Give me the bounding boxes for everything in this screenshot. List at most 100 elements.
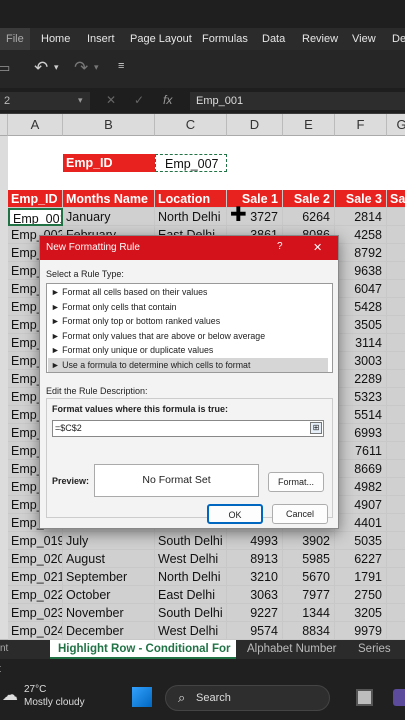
column-header-g[interactable]: G xyxy=(387,114,405,136)
name-box[interactable]: 2 xyxy=(0,92,90,110)
column-header-b[interactable]: B xyxy=(63,114,155,136)
sheet-tab[interactable]: Alphabet Number xyxy=(247,641,337,658)
rule-type-item[interactable]: ► Format only cells that contain xyxy=(48,300,328,315)
table-cell[interactable]: 5985 xyxy=(283,550,335,568)
rule-type-item[interactable]: ► Format only unique or duplicate values xyxy=(48,343,328,358)
table-cell[interactable]: West Delhi xyxy=(155,622,227,640)
table-cell[interactable]: South Delhi xyxy=(155,604,227,622)
rule-type-list[interactable]: ► Format all cells based on their values… xyxy=(46,283,333,373)
table-cell[interactable]: 4401 xyxy=(335,514,387,532)
table-cell[interactable]: August xyxy=(63,550,155,568)
header-cell[interactable]: Emp_ID xyxy=(8,190,63,208)
table-cell[interactable]: December xyxy=(63,622,155,640)
table-cell[interactable]: 6264 xyxy=(283,208,335,226)
table-cell[interactable]: 8792 xyxy=(335,244,387,262)
tab-file[interactable]: File xyxy=(0,28,30,50)
column-header-c[interactable]: C xyxy=(155,114,227,136)
criteria-label[interactable]: Emp_ID xyxy=(63,154,155,172)
row-headers[interactable] xyxy=(0,136,8,640)
table-cell[interactable]: 9574 xyxy=(227,622,283,640)
task-view-icon[interactable] xyxy=(356,689,373,706)
table-cell[interactable]: 4993 xyxy=(227,532,283,550)
rule-type-item[interactable]: ► Format only values that are above or b… xyxy=(48,329,328,344)
chevron-down-icon[interactable]: ▾ xyxy=(94,62,99,73)
tab-home[interactable]: Home xyxy=(41,28,70,50)
windows-start-icon[interactable] xyxy=(132,687,152,707)
table-cell[interactable]: Emp_020 xyxy=(8,550,63,568)
table-cell[interactable]: 9979 xyxy=(335,622,387,640)
redo-icon[interactable]: ↷ xyxy=(74,58,88,78)
table-cell[interactable]: 3003 xyxy=(335,352,387,370)
table-cell[interactable] xyxy=(387,460,405,478)
rule-type-item[interactable]: ► Format only top or bottom ranked value… xyxy=(48,314,328,329)
table-cell[interactable] xyxy=(387,514,405,532)
header-cell[interactable]: Sa xyxy=(387,190,405,208)
table-cell[interactable] xyxy=(387,208,405,226)
table-cell[interactable] xyxy=(387,604,405,622)
table-cell[interactable]: 7611 xyxy=(335,442,387,460)
table-cell[interactable]: 8913 xyxy=(227,550,283,568)
table-cell[interactable]: 5670 xyxy=(283,568,335,586)
table-cell[interactable]: Emp_024 xyxy=(8,622,63,640)
table-cell[interactable]: 3902 xyxy=(283,532,335,550)
sheet-tab-active[interactable]: Highlight Row - Conditional For xyxy=(50,640,236,659)
table-cell[interactable]: 8669 xyxy=(335,460,387,478)
cancel-icon[interactable]: ✕ xyxy=(106,93,116,107)
table-cell[interactable]: 5428 xyxy=(335,298,387,316)
select-all[interactable] xyxy=(0,114,8,136)
table-cell[interactable] xyxy=(387,550,405,568)
table-cell[interactable]: Emp_022 xyxy=(8,586,63,604)
column-header-f[interactable]: F xyxy=(335,114,387,136)
table-cell[interactable]: 4982 xyxy=(335,478,387,496)
check-icon[interactable]: ✓ xyxy=(134,93,144,107)
table-cell[interactable]: Emp_021 xyxy=(8,568,63,586)
table-cell[interactable]: North Delhi xyxy=(155,208,227,226)
table-cell[interactable] xyxy=(387,478,405,496)
table-cell[interactable]: 9227 xyxy=(227,604,283,622)
header-cell[interactable]: Sale 2 xyxy=(283,190,335,208)
table-cell[interactable] xyxy=(387,424,405,442)
table-cell[interactable]: November xyxy=(63,604,155,622)
rule-type-item-selected[interactable]: ► Use a formula to determine which cells… xyxy=(48,357,328,372)
table-cell[interactable] xyxy=(387,334,405,352)
table-cell[interactable]: 5035 xyxy=(335,532,387,550)
save-icon[interactable]: ▭ xyxy=(0,60,10,76)
table-cell[interactable] xyxy=(387,244,405,262)
table-cell[interactable]: 3114 xyxy=(335,334,387,352)
table-cell[interactable] xyxy=(387,568,405,586)
tab-data[interactable]: Data xyxy=(262,28,285,50)
tab-page-layout[interactable]: Page Layout xyxy=(130,28,192,50)
table-cell[interactable]: 7977 xyxy=(283,586,335,604)
table-cell[interactable] xyxy=(387,532,405,550)
tab-formulas[interactable]: Formulas xyxy=(202,28,248,50)
help-icon[interactable]: ? xyxy=(277,241,283,252)
criteria-input[interactable]: Emp_007 xyxy=(155,154,227,172)
customize-icon[interactable]: ≡ xyxy=(118,60,124,72)
tab-developer[interactable]: De xyxy=(392,28,405,50)
table-cell[interactable]: July xyxy=(63,532,155,550)
chevron-down-icon[interactable]: ▾ xyxy=(78,95,83,106)
table-cell[interactable]: September xyxy=(63,568,155,586)
sheet-nav-icon[interactable]: nt xyxy=(0,643,8,654)
undo-icon[interactable]: ↶ xyxy=(34,58,48,78)
table-cell[interactable] xyxy=(387,388,405,406)
close-icon[interactable]: ✕ xyxy=(313,241,322,254)
format-button[interactable]: Format... xyxy=(268,472,324,492)
table-cell[interactable]: 6227 xyxy=(335,550,387,568)
tab-insert[interactable]: Insert xyxy=(87,28,115,50)
table-cell[interactable]: 6047 xyxy=(335,280,387,298)
table-cell[interactable] xyxy=(387,370,405,388)
table-cell[interactable]: 1791 xyxy=(335,568,387,586)
table-cell[interactable]: 1344 xyxy=(283,604,335,622)
table-cell[interactable] xyxy=(387,586,405,604)
table-cell[interactable]: 3205 xyxy=(335,604,387,622)
table-cell[interactable] xyxy=(387,280,405,298)
table-cell[interactable] xyxy=(387,226,405,244)
table-cell[interactable]: October xyxy=(63,586,155,604)
cancel-button[interactable]: Cancel xyxy=(272,504,328,524)
table-cell[interactable] xyxy=(387,298,405,316)
table-cell[interactable]: 2814 xyxy=(335,208,387,226)
table-cell[interactable]: North Delhi xyxy=(155,568,227,586)
table-cell[interactable]: 3063 xyxy=(227,586,283,604)
table-cell[interactable]: 5323 xyxy=(335,388,387,406)
